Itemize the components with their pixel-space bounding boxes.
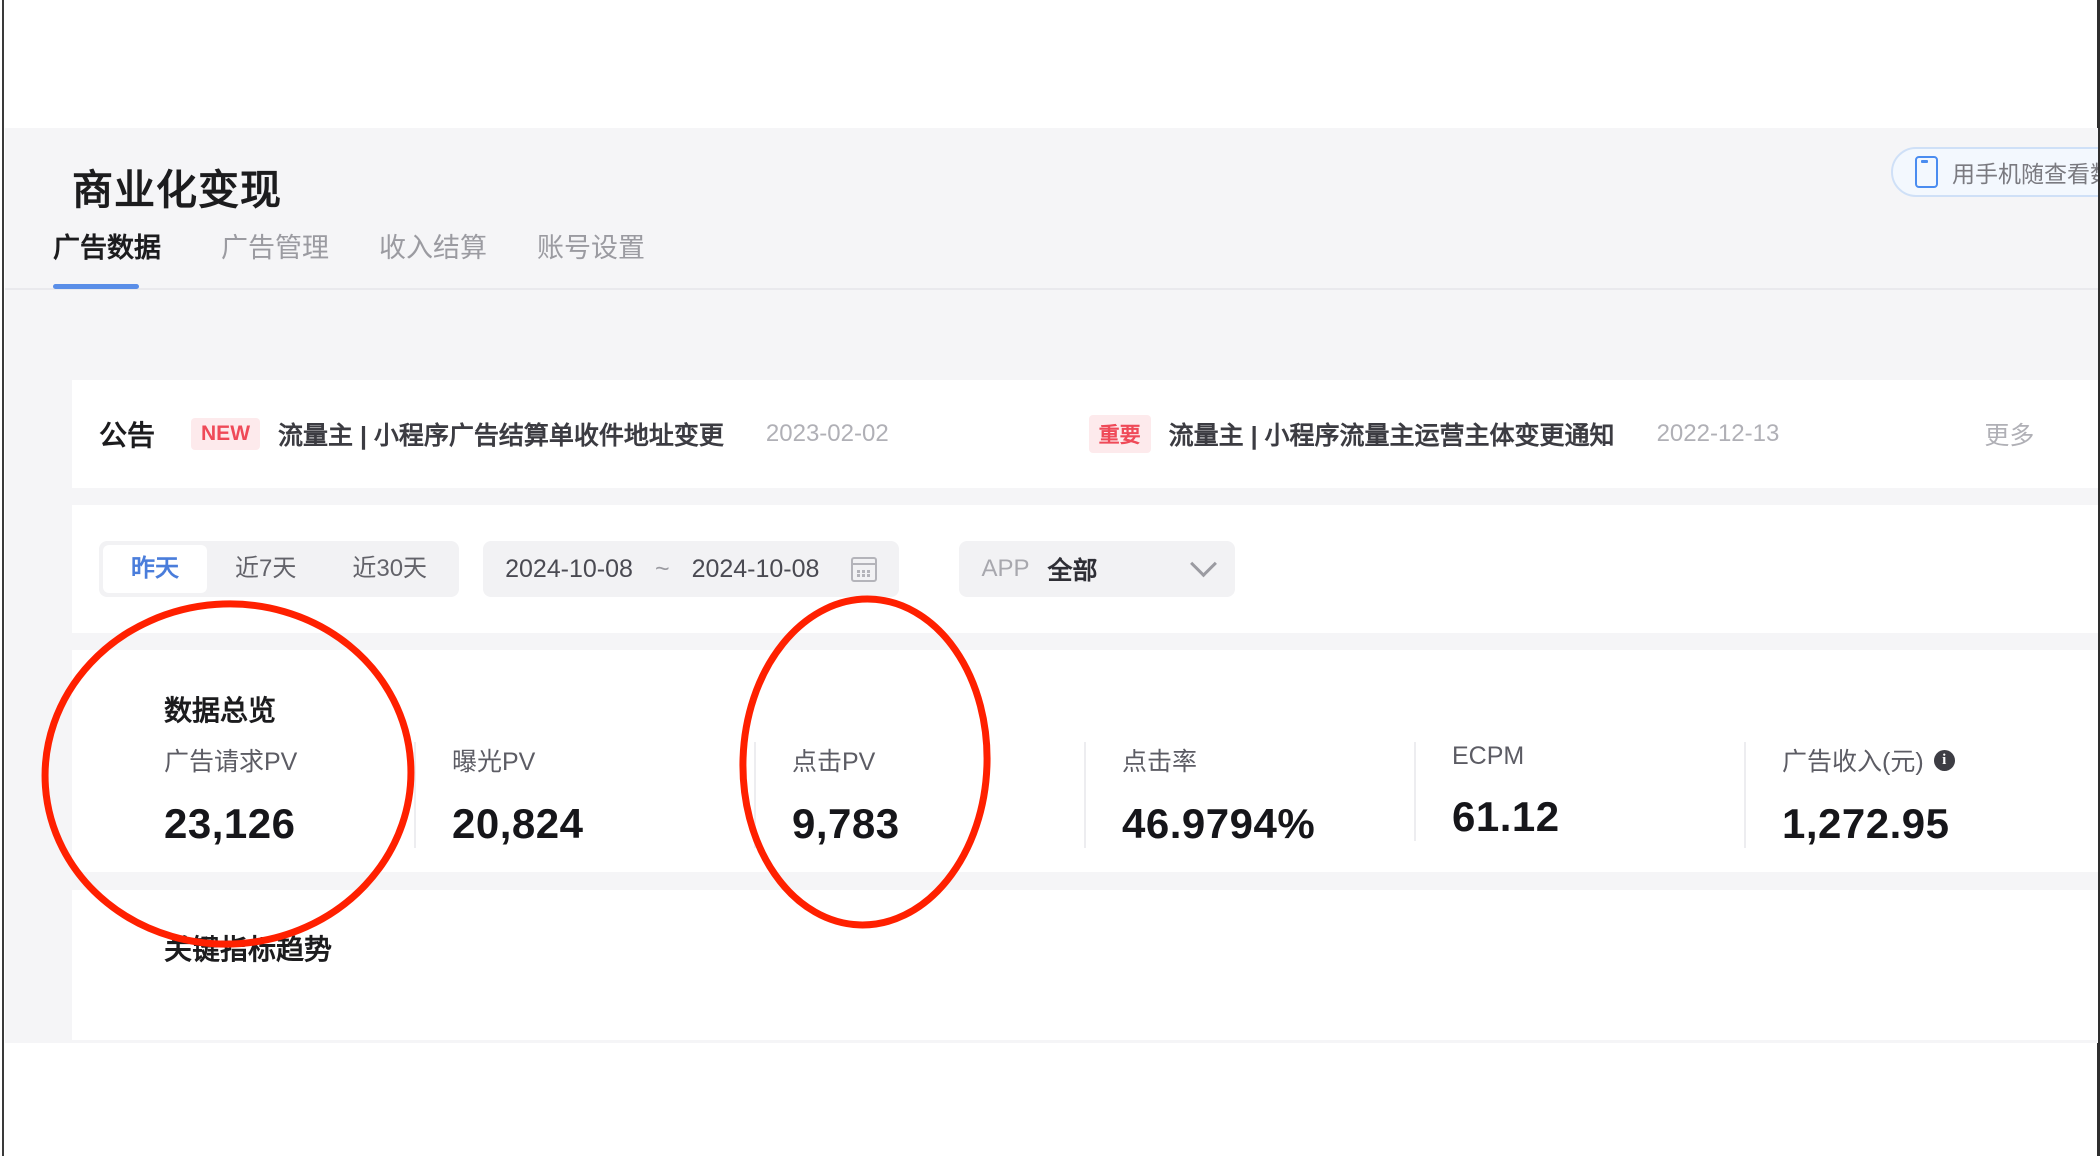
key-metric-trend-title: 关键指标趋势	[164, 934, 333, 965]
data-overview-title: 数据总览	[164, 695, 277, 726]
metric-value: 61.12	[1452, 793, 1560, 840]
mobile-view-button[interactable]: 用手机随查看数据	[1891, 147, 2098, 197]
metric-ad-revenue: 广告收入(元) i 1,272.95	[1744, 742, 2098, 848]
metric-value: 20,824	[452, 800, 584, 847]
metric-label: 曝光PV	[452, 748, 536, 776]
date-range-picker[interactable]: 2024-10-08 ~ 2024-10-08	[483, 541, 900, 597]
page-title: 商业化变现	[72, 167, 282, 213]
announcement-more-link[interactable]: 更多	[1984, 416, 2034, 452]
tab-bar: 广告数据 广告管理 收入结算 账号设置	[5, 216, 2098, 290]
info-icon[interactable]: i	[1933, 749, 1955, 771]
calendar-icon[interactable]	[851, 556, 878, 582]
mobile-view-button-label: 用手机随查看数据	[1952, 161, 2098, 187]
metric-value: 46.9794%	[1122, 800, 1316, 847]
metric-label-wrap: 广告收入(元) i	[1782, 742, 2098, 778]
key-metric-trend-card: 关键指标趋势	[72, 890, 2098, 1040]
announcement-date-1: 2023-02-02	[765, 420, 889, 447]
announcement-text-1[interactable]: 流量主 | 小程序广告结算单收件地址变更	[278, 416, 724, 452]
metric-label: ECPM	[1452, 742, 1525, 770]
date-range-end[interactable]: 2024-10-08	[692, 555, 820, 584]
announcement-item-1[interactable]: NEW 流量主 | 小程序广告结算单收件地址变更 2023-02-02	[191, 416, 889, 452]
metric-value: 9,783	[792, 800, 900, 847]
metric-label: 点击率	[1122, 748, 1198, 776]
metric-value: 23,126	[164, 800, 296, 847]
quick-range-yesterday[interactable]: 昨天	[103, 545, 207, 593]
tab-ad-data[interactable]: 广告数据	[53, 226, 161, 265]
quick-range-7days[interactable]: 近7天	[207, 545, 324, 593]
data-overview-card: 数据总览 广告请求PV 23,126 曝光PV 20,824 点击PV 9,78…	[72, 650, 2098, 872]
app-select-value: 全部	[1047, 557, 1098, 585]
metric-click-rate: 点击率 46.9794%	[1084, 742, 1414, 848]
filter-card: 昨天 近7天 近30天 2024-10-08 ~ 2024-10-08 APP …	[72, 505, 2098, 633]
browser-viewport: 商业化变现 用手机随查看数据 广告数据 广告管理 收入结算 账号设置 公告 NE…	[0, 0, 2100, 1156]
app-select-label: APP	[981, 555, 1030, 582]
page-canvas: 商业化变现 用手机随查看数据 广告数据 广告管理 收入结算 账号设置 公告 NE…	[5, 128, 2098, 1043]
window-left-border	[2, 0, 4, 1156]
announcement-title: 公告	[99, 420, 156, 451]
metric-label: 广告请求PV	[164, 748, 298, 776]
metric-impression-pv: 曝光PV 20,824	[414, 742, 754, 848]
app-select-dropdown[interactable]: APP 全部	[959, 541, 1236, 597]
metric-label: 点击PV	[792, 748, 876, 776]
date-range-start[interactable]: 2024-10-08	[505, 555, 633, 584]
date-range-separator: ~	[654, 554, 670, 583]
announcement-item-2[interactable]: 重要 流量主 | 小程序流量主运营主体变更通知 2022-12-13	[1088, 415, 1780, 453]
chevron-down-icon	[1190, 549, 1218, 577]
quick-range-segmented-control: 昨天 近7天 近30天	[99, 541, 460, 597]
announcement-badge-new: NEW	[191, 418, 261, 450]
announcement-text-2[interactable]: 流量主 | 小程序流量主运营主体变更通知	[1169, 416, 1615, 452]
quick-range-30days[interactable]: 近30天	[324, 545, 455, 593]
tab-active-indicator	[53, 284, 139, 289]
metric-click-pv: 点击PV 9,783	[754, 742, 1084, 848]
tab-revenue[interactable]: 收入结算	[379, 226, 487, 265]
announcement-card: 公告 NEW 流量主 | 小程序广告结算单收件地址变更 2023-02-02 重…	[72, 380, 2098, 488]
tab-account-settings[interactable]: 账号设置	[537, 226, 645, 265]
announcement-badge-important: 重要	[1088, 415, 1151, 453]
announcement-date-2: 2022-12-13	[1656, 420, 1780, 447]
phone-icon	[1915, 156, 1938, 188]
tab-ad-management[interactable]: 广告管理	[221, 226, 329, 265]
metrics-row: 广告请求PV 23,126 曝光PV 20,824 点击PV 9,783 点击率…	[164, 742, 2098, 848]
metric-value: 1,272.95	[1782, 800, 1950, 847]
metric-ecpm: ECPM 61.12	[1414, 742, 1744, 841]
metric-ad-request-pv: 广告请求PV 23,126	[164, 742, 414, 848]
metric-label: 广告收入(元)	[1782, 748, 1924, 776]
